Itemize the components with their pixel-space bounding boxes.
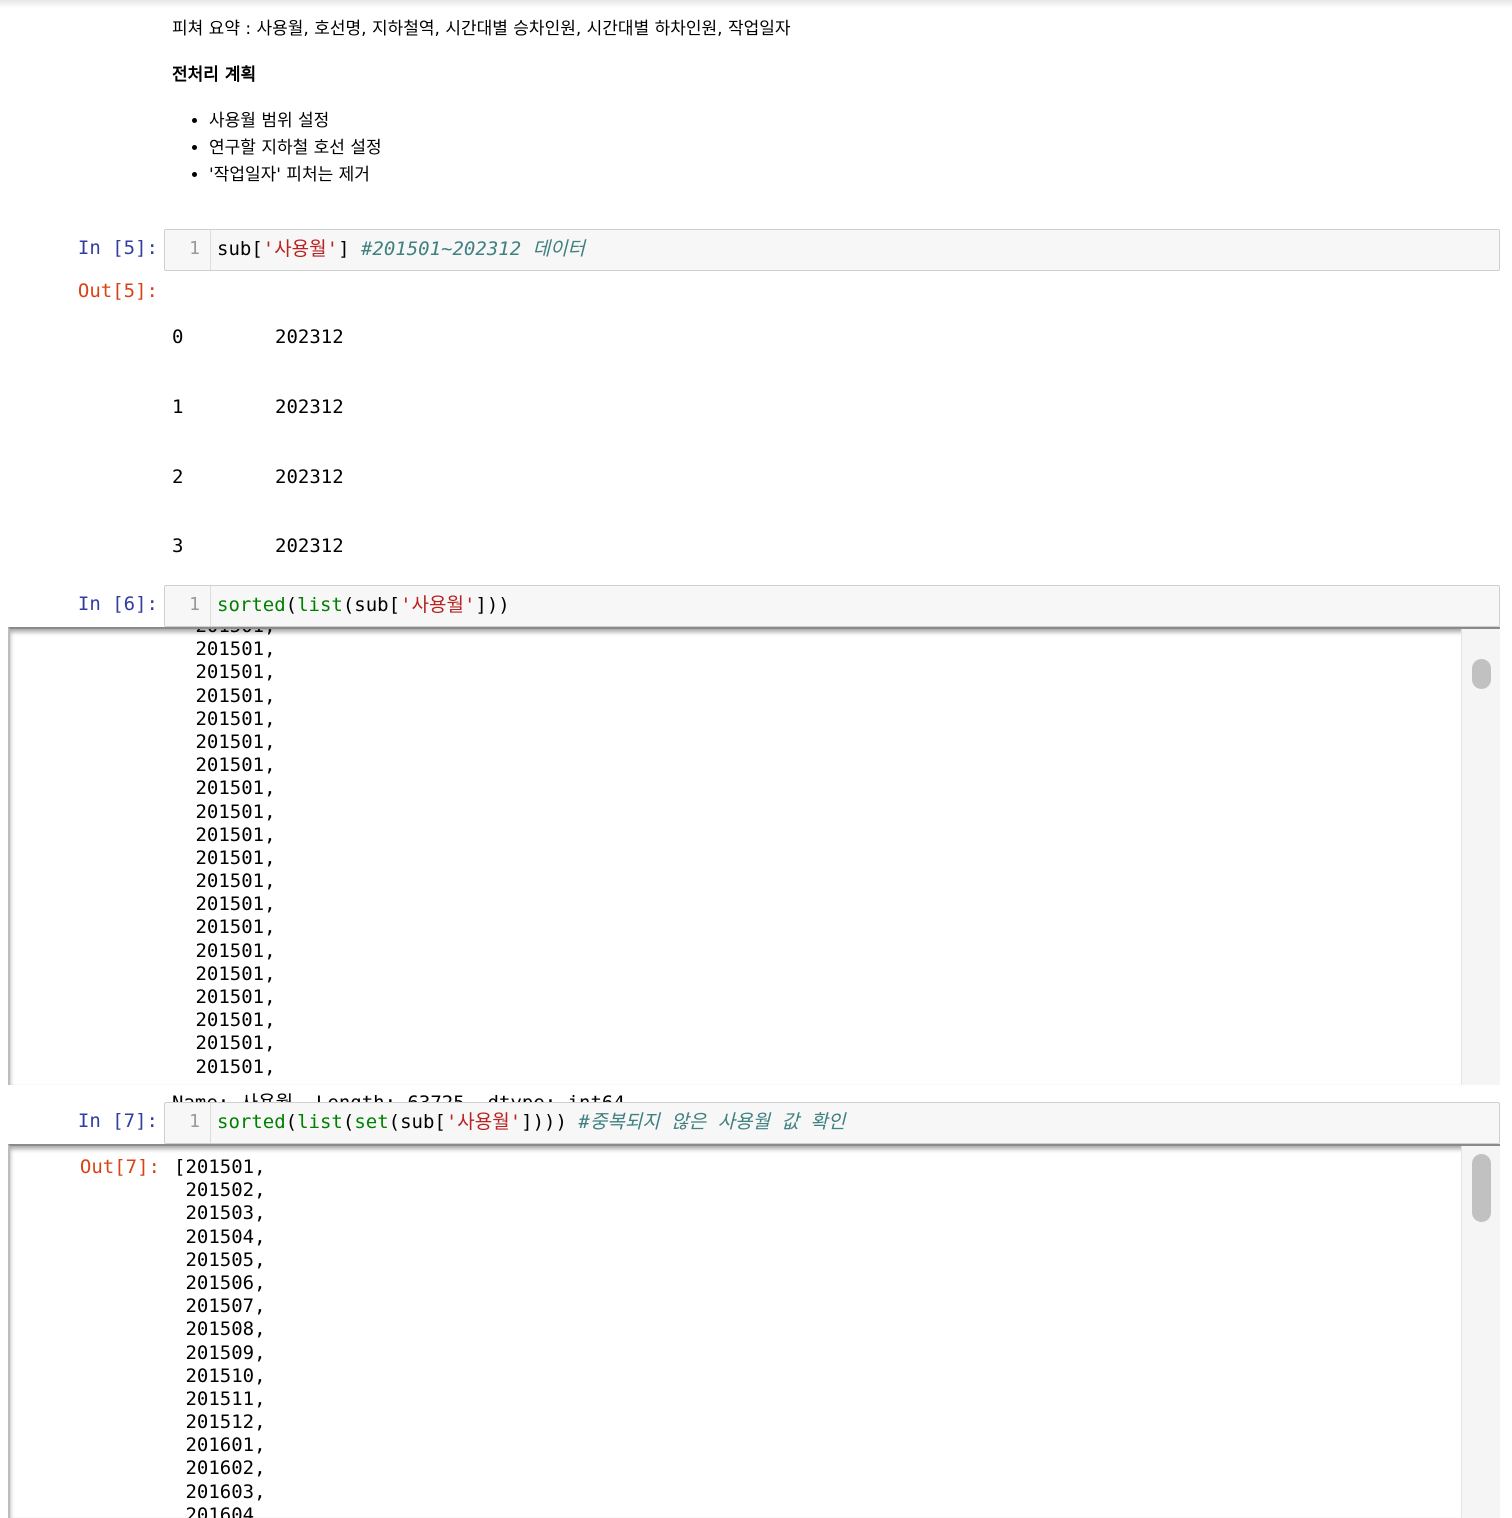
code-token: (sub[	[342, 594, 401, 616]
code-comment: #201501~202312 데이터	[349, 238, 586, 260]
code-builtin: sorted	[217, 1111, 286, 1133]
output-line: 201503,	[174, 1202, 266, 1225]
line-gutter: 1	[165, 586, 211, 626]
series-row: 2 202312	[172, 466, 872, 489]
line-gutter: 1	[165, 230, 211, 270]
output-line: 201502,	[174, 1179, 266, 1202]
series-value: 202312	[275, 535, 344, 558]
plan-item: '작업일자' 피처는 제거	[209, 162, 382, 189]
output-line: 201603,	[174, 1480, 266, 1503]
output-line: 201501,	[184, 893, 276, 916]
code-token: ]	[338, 238, 350, 260]
plan-item: 사용월 범위 설정	[209, 108, 382, 135]
code-token: (sub[	[388, 1111, 446, 1133]
out-prompt-7: Out[7]:	[79, 1156, 160, 1178]
output-scrollbar[interactable]	[1461, 1146, 1500, 1518]
code-string: '사용월'	[445, 1111, 522, 1133]
output-line: 201501,	[184, 629, 275, 638]
line-number: 1	[189, 238, 200, 259]
series-row: 0 202312	[172, 326, 872, 349]
output-line: 201512,	[174, 1411, 266, 1434]
series-row: 1 202312	[172, 396, 872, 419]
output-line: 201501,	[184, 823, 276, 846]
output-line: 201501,	[184, 638, 276, 661]
output-line: 201501,	[184, 1055, 276, 1078]
preprocessing-plan-heading: 전처리 계획	[172, 65, 257, 85]
list-output-7: [201501, 201502, 201503, 201504, 201505,…	[174, 1156, 266, 1518]
code-token: ]))	[475, 594, 510, 616]
in-prompt-7: In [7]:	[77, 1110, 158, 1132]
output-line: 201501,	[184, 684, 276, 707]
plan-item: 연구할 지하철 호선 설정	[209, 135, 382, 162]
output-scrollbar[interactable]	[1461, 629, 1500, 1085]
output-line: 201501,	[184, 661, 276, 684]
series-value: 202312	[275, 326, 344, 349]
output-line: 201507,	[174, 1295, 266, 1318]
series-value: 202312	[275, 465, 344, 488]
output-line: 201501,	[184, 986, 276, 1008]
code-builtin: sorted	[217, 594, 286, 616]
code-line[interactable]: sorted(list(set(sub['사용월']))) #중복되지 않은 사…	[217, 1111, 845, 1134]
code-input-7[interactable]: 1 sorted(list(set(sub['사용월']))) #중복되지 않은…	[164, 1102, 1500, 1144]
output-line: 201501,	[184, 1009, 276, 1032]
code-string: '사용월'	[400, 594, 476, 616]
series-index: 2	[172, 465, 184, 488]
out-prompt-5: Out[5]:	[77, 280, 158, 302]
output-line: 201501,	[184, 754, 276, 777]
output-line: 201501,	[184, 777, 276, 800]
scrolled-output-6[interactable]: 201501, 201501, 201501, 201501, 201501, …	[8, 627, 1500, 1085]
output-line: 201501,	[184, 1032, 276, 1055]
series-index: 3	[172, 535, 184, 558]
code-token: (	[342, 1111, 355, 1133]
code-token: (	[285, 1111, 298, 1133]
output-line: 201505,	[174, 1248, 266, 1271]
code-token: (	[285, 594, 298, 616]
list-output-6: 201501, 201501, 201501, 201501, 201501, …	[184, 629, 276, 1079]
scrollbar-thumb[interactable]	[1472, 659, 1491, 689]
output-line: 201508,	[174, 1318, 266, 1341]
in-prompt-5: In [5]:	[77, 237, 158, 259]
output-line: 201510,	[174, 1364, 266, 1387]
series-index: 1	[172, 396, 184, 418]
output-line: 201604,	[174, 1503, 266, 1518]
code-builtin: list	[297, 1111, 343, 1133]
code-line[interactable]: sub['사용월'] #201501~202312 데이터	[217, 238, 585, 261]
line-number: 1	[189, 1111, 200, 1132]
code-builtin: list	[297, 594, 343, 616]
line-number: 1	[189, 594, 200, 615]
feature-summary-text: 피쳐 요약 : 사용월, 호선명, 지하철역, 시간대별 승차인원, 시간대별 …	[172, 19, 791, 39]
line-gutter: 1	[165, 1103, 211, 1143]
notebook-top-shadow	[0, 0, 1512, 8]
code-line[interactable]: sorted(list(sub['사용월']))	[217, 594, 510, 617]
output-line: 201501,	[184, 916, 276, 939]
preprocessing-plan-list: 사용월 범위 설정 연구할 지하철 호선 설정 '작업일자' 피처는 제거	[172, 108, 382, 189]
code-string: '사용월'	[262, 238, 339, 260]
output-line: [201501,	[174, 1156, 266, 1178]
code-comment: #중복되지 않은 사용월 값 확인	[566, 1111, 846, 1133]
in-prompt-6: In [6]:	[77, 593, 158, 615]
output-line: 201501,	[184, 800, 276, 823]
code-builtin: set	[354, 1111, 389, 1133]
series-value: 202312	[275, 396, 344, 418]
output-line: 201601,	[174, 1434, 266, 1457]
output-line: 201501,	[184, 730, 276, 753]
output-line: 201501,	[184, 962, 276, 985]
output-line: 201506,	[174, 1271, 266, 1294]
output-line: 201504,	[174, 1225, 266, 1248]
output-line: 201501,	[184, 939, 276, 962]
code-token: ])))	[521, 1111, 567, 1133]
scrolled-output-7[interactable]: Out[7]: [201501, 201502, 201503, 201504,…	[8, 1144, 1500, 1518]
output-line: 201501,	[184, 707, 276, 730]
code-input-5[interactable]: 1 sub['사용월'] #201501~202312 데이터	[164, 229, 1500, 271]
output-line: 201501,	[184, 870, 276, 893]
output-line: 201602,	[174, 1457, 266, 1480]
output-line: 201511,	[174, 1387, 266, 1410]
output-line: 201501,	[184, 846, 276, 869]
code-token: sub[	[217, 238, 263, 260]
series-row: 3 202312	[172, 535, 872, 558]
output-line: 201509,	[174, 1341, 266, 1364]
series-index: 0	[172, 326, 184, 349]
scrollbar-thumb[interactable]	[1472, 1154, 1491, 1222]
code-input-6[interactable]: 1 sorted(list(sub['사용월']))	[164, 585, 1500, 627]
